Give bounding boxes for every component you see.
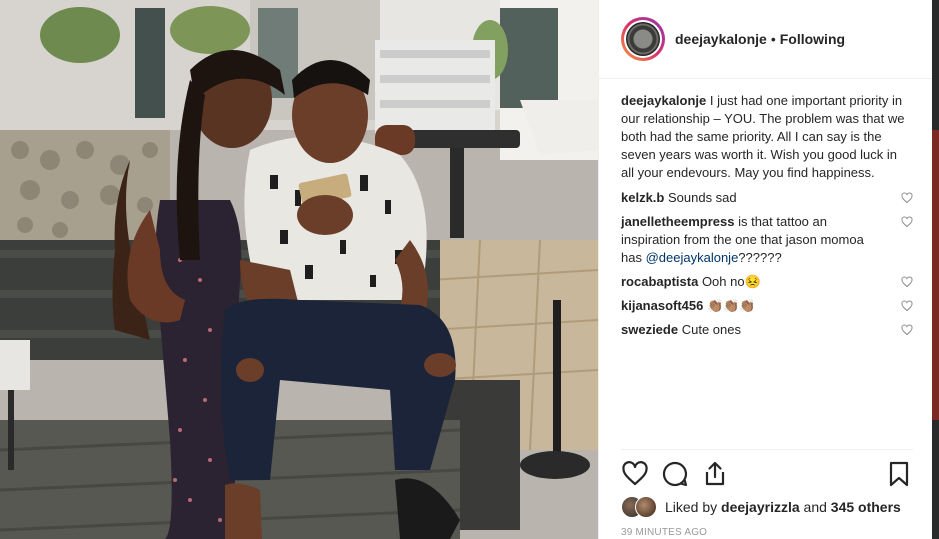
bookmark-icon[interactable] <box>885 460 913 488</box>
comment-text-tail: ?????? <box>738 250 782 265</box>
comment-item: sweziede Cute ones <box>621 321 913 339</box>
comment-username[interactable]: kelzk.b <box>621 190 664 205</box>
comment-username[interactable]: janelletheempress <box>621 214 734 229</box>
comment-item: janelletheempress is that tattoo an insp… <box>621 213 913 267</box>
following-button[interactable]: Following <box>780 31 845 47</box>
post-photo[interactable] <box>0 0 598 539</box>
post-timestamp: 39 minutes ago <box>621 527 708 538</box>
post-actions-bar <box>621 460 913 490</box>
avatar-border <box>624 20 662 58</box>
liker-avatar[interactable] <box>635 496 657 518</box>
comment-mention[interactable]: @deejaykalonje <box>646 250 739 265</box>
likes-prefix: Liked by <box>665 499 718 515</box>
comment-text: Ooh no <box>701 274 745 289</box>
comment-emoji: 👏🏽👏🏽👏🏽 <box>707 298 756 313</box>
share-icon[interactable] <box>701 460 729 488</box>
header-separator: • <box>770 31 776 47</box>
liker-username[interactable]: deejayrizzla <box>721 499 800 515</box>
comment-bubble-icon[interactable] <box>661 460 689 488</box>
comment-item: kelzk.b Sounds sad <box>621 189 913 207</box>
avatar-image <box>626 22 660 56</box>
comment-like-icon[interactable] <box>901 192 913 204</box>
post-caption: deejaykalonje I just had one important p… <box>621 92 911 182</box>
comment-username[interactable]: kijanasoft456 <box>621 298 703 313</box>
heart-icon[interactable] <box>621 460 649 488</box>
comment-username[interactable]: rocabaptista <box>621 274 698 289</box>
comment-item: rocabaptista Ooh no😣 <box>621 273 913 291</box>
likes-summary: Liked by deejayrizzla and 345 others <box>621 495 921 519</box>
post-header: deejaykalonje • Following <box>599 0 933 79</box>
comment-item: kijanasoft456 👏🏽👏🏽👏🏽 <box>621 297 913 315</box>
instagram-post-view: deejaykalonje • Following deejaykalonje I … <box>0 0 939 539</box>
comment-like-icon[interactable] <box>901 216 913 228</box>
background-edge-accent <box>932 130 939 420</box>
comment-emoji: 😣 <box>744 274 761 289</box>
background-edge <box>932 0 939 539</box>
likes-and: and <box>803 499 827 515</box>
liker-avatars <box>621 496 661 518</box>
comments-list: deejaykalonje I just had one important p… <box>621 92 913 345</box>
caption-username[interactable]: deejaykalonje <box>621 93 706 108</box>
comment-text: Sounds sad <box>667 190 737 205</box>
post-details-panel: deejaykalonje • Following deejaykalonje I … <box>598 0 933 539</box>
header-username[interactable]: deejaykalonje <box>675 31 767 47</box>
comment-text: Cute ones <box>681 322 741 337</box>
actions-divider <box>621 449 913 450</box>
header-text: deejaykalonje • Following <box>675 31 845 47</box>
post-photo-image <box>0 0 598 539</box>
comment-like-icon[interactable] <box>901 300 913 312</box>
likes-text: Liked by deejayrizzla and 345 others <box>665 499 901 515</box>
comment-like-icon[interactable] <box>901 324 913 336</box>
likes-count-link[interactable]: 345 others <box>831 499 901 515</box>
avatar[interactable] <box>621 17 665 61</box>
comment-username[interactable]: sweziede <box>621 322 678 337</box>
comment-like-icon[interactable] <box>901 276 913 288</box>
